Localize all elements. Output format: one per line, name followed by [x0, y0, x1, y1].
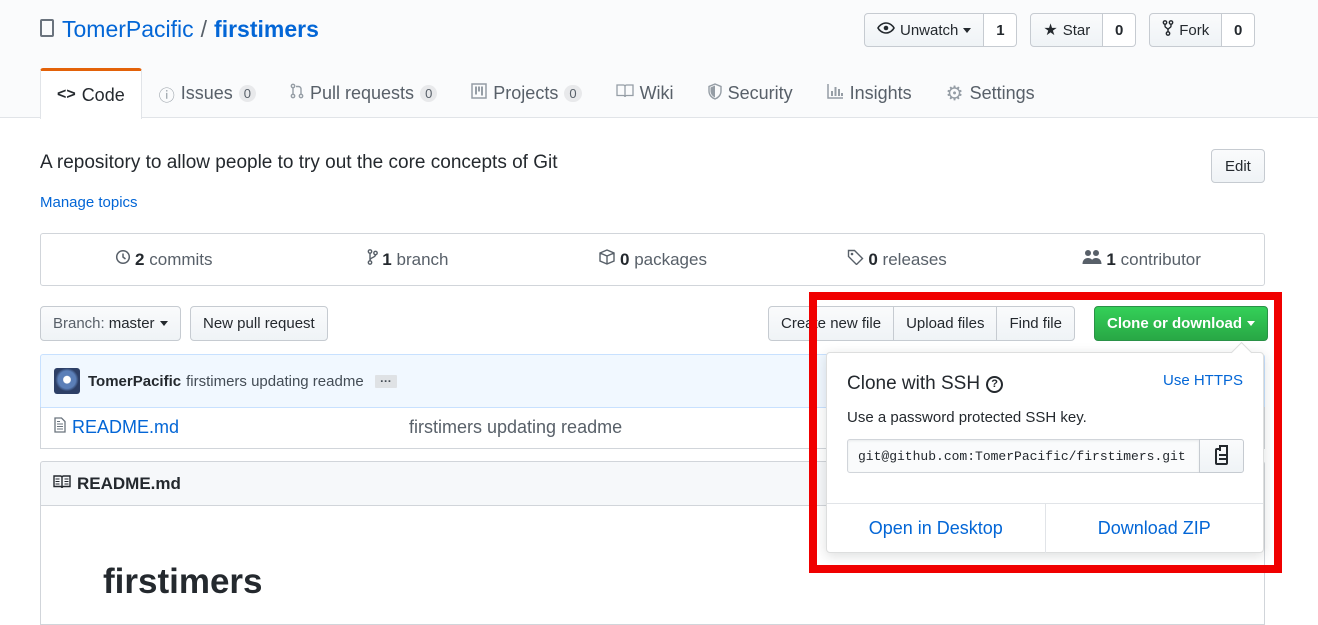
branch-icon: [367, 249, 379, 270]
contributors-link[interactable]: 1 contributor: [1019, 249, 1264, 270]
chevron-down-icon: [963, 27, 972, 33]
star-group: ★ Star 0: [1030, 13, 1137, 47]
commit-expander-button[interactable]: …: [374, 372, 397, 388]
file-icon: [54, 417, 66, 438]
tab-settings-label: Settings: [969, 83, 1035, 103]
repo-owner-link[interactable]: TomerPacific: [62, 16, 194, 43]
avatar[interactable]: [54, 368, 80, 394]
branch-name: master: [108, 315, 155, 332]
tab-code-label: Code: [81, 84, 125, 105]
branches-label: branch: [396, 250, 449, 269]
contributors-label: contributor: [1120, 250, 1201, 269]
tab-insights[interactable]: Insights: [810, 68, 929, 118]
fork-icon: [1162, 19, 1174, 41]
book-icon: [615, 84, 634, 103]
unwatch-label: Unwatch: [900, 21, 959, 39]
tab-issues[interactable]: ⓘ Issues 0: [142, 68, 273, 118]
branches-count: 1: [382, 250, 392, 269]
star-button[interactable]: ★ Star: [1030, 13, 1104, 47]
tab-settings[interactable]: ⚙ Settings: [929, 68, 1052, 118]
repo-title-separator: /: [200, 16, 208, 42]
tab-wiki[interactable]: Wiki: [599, 68, 691, 118]
tab-insights-label: Insights: [849, 83, 912, 103]
tab-wiki-label: Wiki: [639, 83, 674, 103]
branches-link[interactable]: 1 branch: [286, 249, 531, 270]
tab-code[interactable]: <> Code: [40, 68, 142, 119]
repo-name-link[interactable]: firstimers: [214, 16, 319, 43]
new-pull-request-button[interactable]: New pull request: [190, 306, 328, 341]
packages-link[interactable]: 0 packages: [530, 249, 775, 270]
commits-count: 2: [135, 250, 145, 269]
tag-icon: [847, 249, 864, 270]
tab-projects[interactable]: Projects 0: [454, 68, 598, 118]
project-icon: [471, 83, 488, 104]
branch-prefix: Branch:: [53, 315, 105, 332]
watch-group: Unwatch 1: [864, 13, 1018, 47]
eye-icon: [877, 21, 895, 39]
fork-button[interactable]: Fork: [1149, 13, 1223, 47]
commit-author[interactable]: TomerPacific: [88, 373, 181, 390]
tab-issues-label: Issues: [180, 83, 233, 103]
tab-projects-label: Projects: [493, 83, 559, 103]
watchers-count[interactable]: 1: [984, 13, 1018, 47]
star-label: Star: [1062, 21, 1091, 39]
star-icon: ★: [1043, 22, 1058, 39]
people-icon: [1082, 249, 1102, 270]
highlight-box: [809, 292, 1282, 573]
tab-pull-requests[interactable]: Pull requests 0: [273, 68, 454, 118]
fork-group: Fork 0: [1149, 13, 1256, 47]
tab-security-label: Security: [727, 83, 793, 103]
releases-label: releases: [882, 250, 947, 269]
issues-counter: 0: [238, 85, 256, 102]
packages-count: 0: [619, 250, 630, 269]
repo-description: A repository to allow people to try out …: [40, 152, 558, 173]
repo-nav: <> Code ⓘ Issues 0 Pull requests 0 Proje…: [40, 68, 1052, 119]
unwatch-button[interactable]: Unwatch: [864, 13, 985, 47]
readme-filename: README.md: [77, 473, 181, 493]
commits-link[interactable]: 2 commits: [41, 249, 286, 270]
commit-message[interactable]: firstimers updating readme: [186, 373, 364, 390]
edit-description-button[interactable]: Edit: [1211, 149, 1265, 183]
stargazers-count[interactable]: 0: [1103, 13, 1137, 47]
pulls-counter: 0: [420, 85, 438, 102]
package-icon: [598, 249, 616, 270]
shield-icon: [707, 82, 722, 105]
file-commit-message[interactable]: firstimers updating readme: [409, 417, 622, 438]
gear-icon: ⚙: [945, 83, 964, 105]
issue-icon: ⓘ: [158, 87, 175, 105]
book-icon: [53, 474, 71, 494]
repo-icon: [40, 18, 54, 37]
repo-actions: Unwatch 1 ★ Star 0 Fork 0: [864, 13, 1256, 47]
tab-security[interactable]: Security: [691, 68, 810, 118]
file-name-link[interactable]: README.md: [72, 417, 409, 438]
manage-topics-link[interactable]: Manage topics: [40, 194, 138, 211]
numbers-summary: 2 commits 1 branch 0 packages 0 releases…: [40, 233, 1265, 286]
branch-select-button[interactable]: Branch: master: [40, 306, 181, 341]
projects-counter: 0: [564, 85, 582, 102]
releases-count: 0: [868, 250, 878, 269]
repo-title: TomerPacific / firstimers: [40, 16, 319, 43]
releases-link[interactable]: 0 releases: [775, 249, 1020, 270]
readme-heading: firstimers: [103, 562, 263, 601]
commits-label: commits: [149, 250, 213, 269]
fork-label: Fork: [1179, 21, 1210, 39]
chevron-down-icon: [159, 321, 168, 326]
tab-pull-requests-label: Pull requests: [310, 83, 415, 103]
history-icon: [114, 249, 131, 270]
forks-count[interactable]: 0: [1222, 13, 1256, 47]
pull-request-icon: [290, 83, 304, 104]
contributors-count: 1: [1106, 250, 1116, 269]
graph-icon: [826, 83, 844, 104]
code-icon: <>: [57, 86, 76, 103]
repo-header: TomerPacific / firstimers Unwatch 1 ★ St…: [0, 0, 1318, 119]
packages-label: packages: [634, 250, 707, 269]
